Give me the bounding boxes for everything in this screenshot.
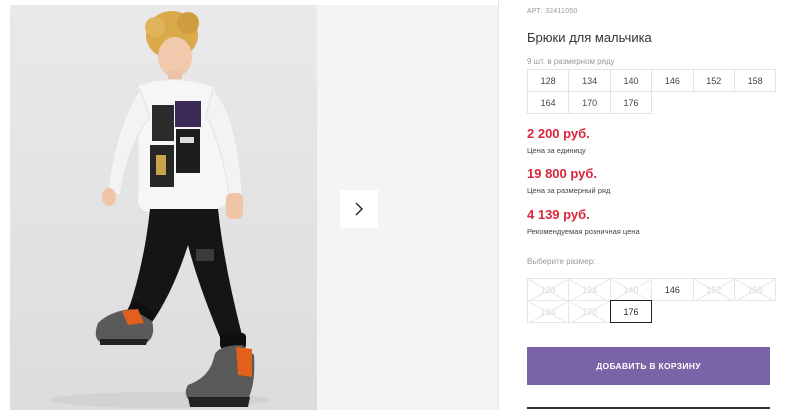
size-option-158: 158 bbox=[733, 278, 777, 301]
product-title: Брюки для мальчика bbox=[527, 30, 652, 45]
add-to-cart-button[interactable]: ДОБАВИТЬ В КОРЗИНУ bbox=[527, 347, 770, 385]
unit-price: 2 200 руб. bbox=[527, 126, 590, 141]
product-gallery bbox=[0, 0, 499, 410]
gallery-next-button[interactable] bbox=[340, 190, 378, 228]
choose-size-label: Выберите размер: bbox=[527, 257, 596, 266]
size-option-152: 152 bbox=[692, 278, 735, 301]
size-option-140: 140 bbox=[609, 278, 653, 301]
size-selector: 128 134 140 146 152 158 164 170 176 bbox=[527, 278, 777, 323]
pack-size-cell: 164 bbox=[527, 91, 570, 114]
chevron-right-icon bbox=[353, 202, 365, 216]
size-option-176[interactable]: 176 bbox=[609, 300, 653, 323]
pack-price: 19 800 руб. bbox=[527, 166, 598, 181]
pack-size-cell: 158 bbox=[733, 69, 777, 92]
retail-price-label: Рекомендуемая розничная цена bbox=[527, 227, 640, 236]
size-option-146[interactable]: 146 bbox=[651, 278, 694, 301]
divider bbox=[498, 0, 499, 410]
pack-size-cell: 134 bbox=[568, 69, 611, 92]
pack-price-label: Цена за размерный ряд bbox=[527, 186, 611, 195]
pack-label: 9 шт. в размерном ряду bbox=[527, 57, 615, 66]
pack-size-grid: 128 134 140 146 152 158 164 170 176 bbox=[527, 69, 777, 114]
pack-size-cell: 146 bbox=[651, 69, 694, 92]
size-option-170: 170 bbox=[568, 300, 611, 323]
size-option-128: 128 bbox=[527, 278, 570, 301]
next-button-edge bbox=[527, 407, 770, 409]
unit-price-label: Цена за единицу bbox=[527, 146, 586, 155]
pack-size-cell: 128 bbox=[527, 69, 570, 92]
pack-size-cell: 170 bbox=[568, 91, 611, 114]
size-option-164: 164 bbox=[527, 300, 570, 323]
retail-price: 4 139 руб. bbox=[527, 207, 590, 222]
pack-size-cell: 152 bbox=[692, 69, 735, 92]
pack-size-cell: 176 bbox=[609, 91, 653, 114]
boy-photo-illustration bbox=[50, 11, 270, 408]
product-info: АРТ: 32411050 Брюки для мальчика 9 шт. в… bbox=[527, 0, 777, 410]
pack-size-cell: 140 bbox=[609, 69, 653, 92]
product-page: АРТ: 32411050 Брюки для мальчика 9 шт. в… bbox=[0, 0, 800, 410]
article-number: АРТ: 32411050 bbox=[527, 8, 578, 15]
product-photo[interactable] bbox=[10, 5, 317, 410]
size-option-134: 134 bbox=[568, 278, 611, 301]
